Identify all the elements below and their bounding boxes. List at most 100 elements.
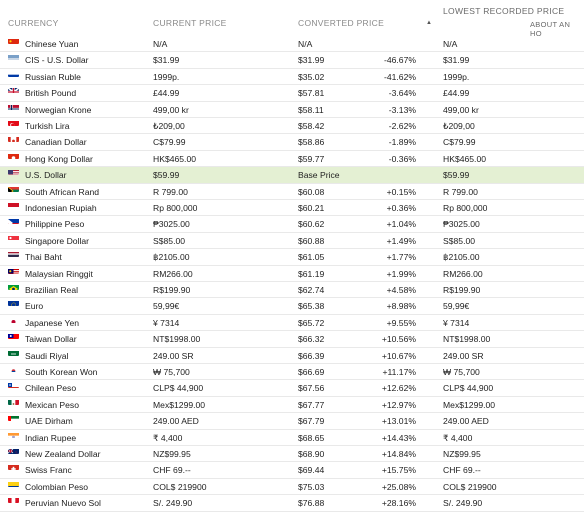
currency-name: Euro bbox=[25, 301, 44, 312]
currency-name: Russian Ruble bbox=[25, 71, 81, 82]
lowest-recorded-price: RM266.00 bbox=[443, 268, 483, 279]
price-difference: +11.17% bbox=[382, 367, 416, 377]
table-row[interactable]: Thai Baht ฿2105.00 $61.05 +1.77% ฿2105.00 bbox=[0, 249, 584, 266]
table-row[interactable]: UAE Dirham 249.00 AED $67.79 +13.01% 249.00 … bbox=[0, 413, 584, 430]
table-row[interactable]: Norwegian Krone 499,00 kr $58.11 -3.13% 499,… bbox=[0, 102, 584, 118]
table-row[interactable]: Chinese Yuan N/A N/A N/A bbox=[0, 36, 584, 53]
flag-in-icon bbox=[8, 430, 19, 438]
converted-price: Base Price bbox=[298, 170, 340, 181]
table-row[interactable]: South Korean Won ₩ 75,700 $66.69 +11.17% ₩ 7… bbox=[0, 364, 584, 381]
sort-ascending-icon: ▲ bbox=[426, 20, 432, 26]
current-price: ₱3025.00 bbox=[153, 219, 190, 230]
table-row[interactable]: South African Rand R 799.00 $60.08 +0.15% R … bbox=[0, 184, 584, 200]
header-currency[interactable]: CURRENCY bbox=[8, 18, 59, 28]
currency-name: Canadian Dollar bbox=[25, 137, 87, 148]
currency-name: CIS - U.S. Dollar bbox=[25, 55, 89, 66]
flag-ca-icon bbox=[8, 134, 19, 143]
table-row[interactable]: Peruvian Nuevo Sol S/. 249.90 $76.88 +28.16… bbox=[0, 495, 584, 512]
converted-price: $60.88 bbox=[298, 235, 325, 246]
table-row[interactable]: Malaysian Ringgit RM266.00 $61.19 +1.99% RM2… bbox=[0, 266, 584, 282]
current-price: RM266.00 bbox=[153, 268, 193, 279]
table-row[interactable]: Turkish Lira ₺209,00 $58.42 -2.62% ₺209,00 bbox=[0, 118, 584, 135]
flag-pe-icon bbox=[8, 495, 19, 504]
table-row[interactable]: Indian Rupee ₹ 4,400 $68.65 +14.43% ₹ 4,400 bbox=[0, 430, 584, 446]
price-difference: -41.62% bbox=[383, 71, 416, 82]
currency-name: Japanese Yen bbox=[25, 317, 80, 328]
flag-mx-icon bbox=[8, 397, 19, 405]
table-row[interactable]: Chilean Peso CLP$ 44,900 $67.56 +12.62% CLP$… bbox=[0, 380, 584, 397]
table-row[interactable]: Canadian Dollar C$79.99 $58.86 -1.89% C$79.9… bbox=[0, 134, 584, 151]
price-difference: -3.64% bbox=[388, 88, 416, 99]
converted-price: $62.74 bbox=[298, 285, 325, 295]
flag-za-icon bbox=[8, 184, 19, 192]
table-row[interactable]: Mexican Peso Mex$1299.00 $67.77 +12.97% Mex$… bbox=[0, 397, 584, 414]
converted-price: $68.65 bbox=[298, 432, 325, 443]
price-difference: +0.15% bbox=[386, 186, 416, 197]
table-row[interactable]: Philippine Peso ₱3025.00 $60.62 +1.04% ₱3025… bbox=[0, 216, 584, 233]
flag-co-icon bbox=[8, 479, 19, 487]
header-current-price[interactable]: CURRENT PRICE bbox=[153, 18, 227, 28]
table-row[interactable]: British Pound £44.99 $57.81 -3.64% £44.99 bbox=[0, 85, 584, 102]
currency-name: Indian Rupee bbox=[25, 432, 77, 443]
flag-th-icon bbox=[8, 249, 19, 258]
price-difference: +10.56% bbox=[381, 334, 416, 345]
lowest-recorded-price: HK$465.00 bbox=[443, 153, 487, 164]
converted-price: N/A bbox=[298, 39, 313, 49]
price-difference: -3.13% bbox=[388, 104, 416, 115]
table-row[interactable]: Indonesian Rupiah Rp 800,000 $60.21 +0.36% R… bbox=[0, 200, 584, 217]
flag-my-icon bbox=[8, 266, 19, 274]
converted-price: $59.77 bbox=[298, 153, 325, 164]
price-difference: +4.58% bbox=[386, 285, 416, 295]
table-row[interactable]: Swiss Franc CHF 69.-- $69.44 +15.75% CHF 69.… bbox=[0, 462, 584, 479]
lowest-recorded-price: ₺209,00 bbox=[443, 121, 475, 131]
table-row[interactable]: New Zealand Dollar NZ$99.95 $68.90 +14.84% N… bbox=[0, 446, 584, 463]
table-row[interactable]: CIS - U.S. Dollar $31.99 $31.99 -46.67% $31.… bbox=[0, 52, 584, 69]
lowest-recorded-price: £44.99 bbox=[443, 88, 470, 99]
converted-price: $31.99 bbox=[298, 55, 325, 66]
header-converted-price[interactable]: CONVERTED PRICE bbox=[298, 18, 384, 28]
currency-name: Malaysian Ringgit bbox=[25, 268, 93, 279]
price-difference: +28.16% bbox=[381, 498, 416, 509]
table-row[interactable]: Taiwan Dollar NT$1998.00 $66.32 +10.56% NT$1… bbox=[0, 331, 584, 348]
lowest-recorded-price: $59.99 bbox=[443, 170, 470, 181]
table-row[interactable]: Euro 59,99€ $65.38 +8.98% 59,99€ bbox=[0, 298, 584, 315]
table-row[interactable]: Hong Kong Dollar HK$465.00 $59.77 -0.36% HK$… bbox=[0, 151, 584, 168]
lowest-recorded-price: 249.00 AED bbox=[443, 416, 489, 427]
flag-ru-icon bbox=[8, 69, 19, 77]
flag-gb-icon bbox=[8, 85, 19, 94]
converted-price: $76.88 bbox=[298, 498, 325, 509]
flag-hk-icon bbox=[8, 151, 19, 159]
flag-cis-icon bbox=[8, 52, 19, 61]
converted-price: $66.32 bbox=[298, 334, 325, 345]
current-price: CLP$ 44,900 bbox=[153, 383, 204, 394]
current-price: R$199.90 bbox=[153, 285, 191, 295]
lowest-recorded-price: $31.99 bbox=[443, 55, 470, 66]
current-price: NZ$99.95 bbox=[153, 449, 191, 459]
current-price: 499,00 kr bbox=[153, 104, 189, 115]
converted-price: $65.38 bbox=[298, 301, 325, 312]
currency-name: Colombian Peso bbox=[25, 481, 89, 492]
lowest-recorded-price: 249.00 SR bbox=[443, 350, 484, 361]
currency-name: Turkish Lira bbox=[25, 121, 70, 131]
current-price: ฿2105.00 bbox=[153, 252, 190, 263]
price-difference: +12.97% bbox=[381, 399, 416, 410]
price-difference: -0.36% bbox=[388, 153, 416, 164]
table-row[interactable]: Saudi Riyal 249.00 SR $66.39 +10.67% 249.00 … bbox=[0, 348, 584, 364]
table-row[interactable]: Brazilian Real R$199.90 $62.74 +4.58% R$199.… bbox=[0, 282, 584, 299]
converted-price: $58.11 bbox=[298, 104, 324, 115]
current-price: ¥ 7314 bbox=[153, 317, 180, 328]
converted-price: $61.19 bbox=[298, 268, 325, 279]
currency-name: UAE Dirham bbox=[25, 416, 73, 427]
table-row[interactable]: Singapore Dollar S$85.00 $60.88 +1.49% S$85.… bbox=[0, 233, 584, 250]
lowest-recorded-price: Mex$1299.00 bbox=[443, 399, 496, 410]
header-lowest-recorded-price[interactable]: LOWEST RECORDED PRICE bbox=[443, 6, 564, 16]
table-row[interactable]: Russian Ruble 1999р. $35.02 -41.62% 1999р. bbox=[0, 69, 584, 86]
flag-id-icon bbox=[8, 200, 19, 208]
lowest-recorded-price: Rp 800,000 bbox=[443, 203, 488, 213]
lowest-recorded-price: ₹ 4,400 bbox=[443, 432, 473, 443]
currency-name: U.S. Dollar bbox=[25, 170, 67, 181]
lowest-recorded-price: ₩ 75,700 bbox=[443, 367, 480, 377]
table-row[interactable]: Japanese Yen ¥ 7314 $65.72 +9.55% ¥ 7314 bbox=[0, 315, 584, 332]
table-row[interactable]: Colombian Peso COL$ 219900 $75.03 +25.08% CO… bbox=[0, 479, 584, 496]
table-row[interactable]: U.S. Dollar $59.99 Base Price $59.99 bbox=[0, 167, 584, 184]
